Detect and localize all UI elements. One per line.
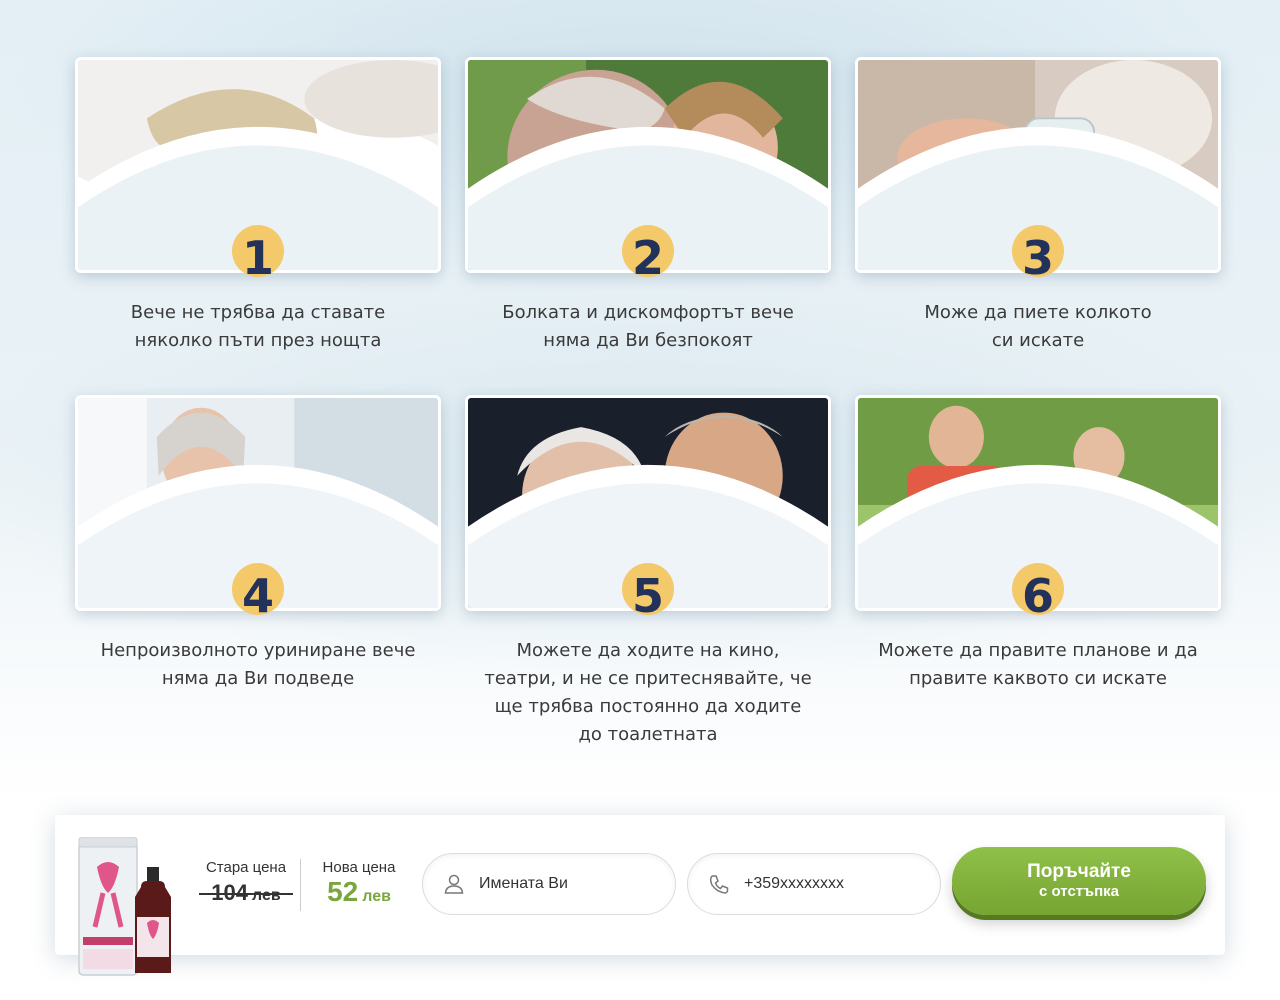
benefit-caption: Можете да правите планове и да правите к… (878, 640, 1198, 689)
benefit-number-badge: 4 (232, 563, 284, 619)
benefit-number-badge: 5 (622, 563, 674, 619)
order-button[interactable]: Поръчайте с отстъпка (952, 847, 1206, 915)
phone-icon (709, 875, 729, 894)
benefit-caption: Вече не трябва да ставате няколко пъти п… (130, 302, 386, 351)
benefit-card-2: 2 Болката и дискомфортът вече няма да Ви… (465, 57, 831, 351)
benefit-number-badge: 1 (232, 225, 284, 281)
phone-input[interactable]: +359xxxxxxxx (744, 875, 844, 893)
order-form-bar: Стара цена 104 лев Нова цена 52 лев Именат… (55, 815, 1225, 976)
old-price-block: Стара цена 104 лев (199, 859, 293, 906)
old-price-label: Стара цена (205, 859, 287, 876)
benefit-card-3: 3 Може да пиете колкото си искате (855, 57, 1221, 351)
benefit-caption: Можете да ходите на кино, театри, и не с… (484, 640, 812, 745)
name-input[interactable]: Имената Ви (479, 875, 568, 893)
name-field[interactable]: Имената Ви (422, 853, 676, 915)
price-divider (300, 859, 301, 911)
benefit-number-badge: 6 (1012, 563, 1064, 619)
new-price-label: Нова цена (322, 859, 396, 876)
product-image (75, 836, 185, 977)
benefit-number-badge: 2 (622, 225, 674, 281)
benefit-caption: Може да пиете колкото си искате (924, 302, 1152, 351)
old-price-value: 104 лев (199, 880, 293, 906)
phone-field[interactable]: +359xxxxxxxx (687, 853, 941, 915)
benefit-caption: Болката и дискомфортът вече няма да Ви б… (502, 302, 794, 351)
new-price-value: 52 лев (327, 876, 391, 907)
benefits-grid: 1 Вече не трябва да ставате няколко пъти… (0, 0, 1280, 780)
benefit-card-6: 6 Можете да правите планове и да правите… (855, 395, 1221, 689)
benefit-card-5: 5 Можете да ходите на кино, театри, и не… (465, 395, 831, 745)
benefit-number-badge: 3 (1012, 225, 1064, 281)
new-price-block: Нова цена 52 лев (313, 859, 405, 908)
user-icon (444, 874, 464, 894)
benefit-caption: Непроизволното уриниране вече няма да Ви… (100, 640, 416, 689)
benefit-card-1: 1 Вече не трябва да ставате няколко пъти… (75, 57, 441, 351)
benefit-card-4: 4 Непроизволното уриниране вече няма да … (75, 395, 441, 689)
